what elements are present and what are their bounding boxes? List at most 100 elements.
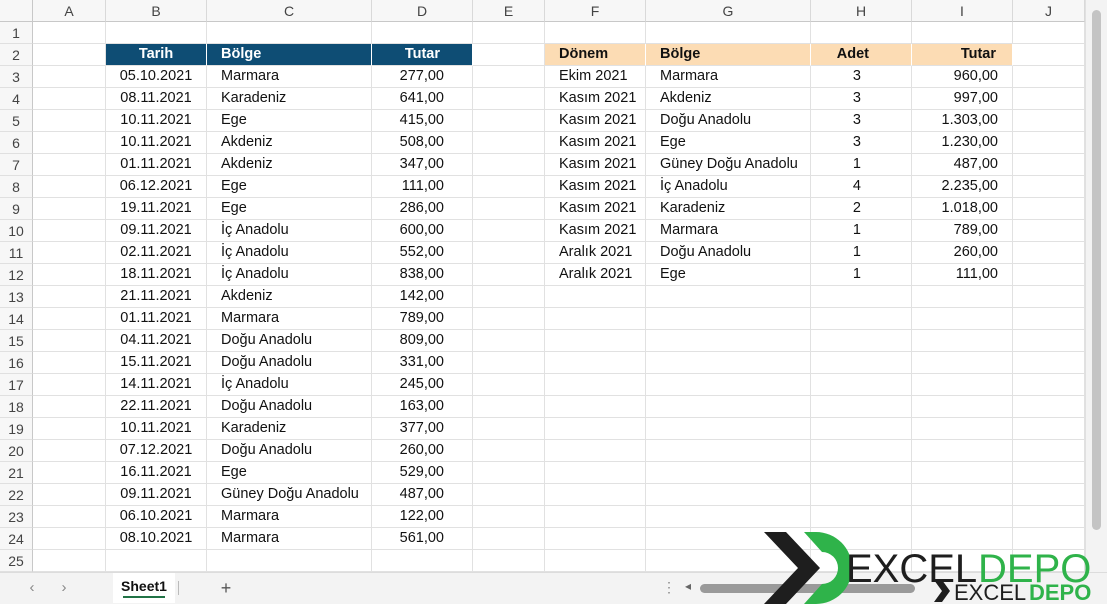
- grid-cell[interactable]: [811, 22, 912, 44]
- table2-cell[interactable]: Ekim 2021: [545, 66, 646, 88]
- column-header-d[interactable]: D: [372, 0, 473, 22]
- grid-cell[interactable]: [646, 22, 811, 44]
- grid-cell[interactable]: [372, 22, 473, 44]
- table1-header-2[interactable]: Tutar: [372, 44, 473, 66]
- table1-cell[interactable]: 286,00: [372, 198, 473, 220]
- table2-cell[interactable]: 1.303,00: [912, 110, 1013, 132]
- table1-cell[interactable]: İç Anadolu: [207, 374, 372, 396]
- table2-cell[interactable]: 260,00: [912, 242, 1013, 264]
- grid-cell[interactable]: [473, 132, 545, 154]
- table2-cell[interactable]: Kasım 2021: [545, 198, 646, 220]
- table1-cell[interactable]: 277,00: [372, 66, 473, 88]
- table1-cell[interactable]: İç Anadolu: [207, 220, 372, 242]
- grid-cell[interactable]: [646, 330, 811, 352]
- grid-cell[interactable]: [1013, 198, 1085, 220]
- grid-cell[interactable]: [811, 352, 912, 374]
- grid-cell[interactable]: [473, 374, 545, 396]
- grid-cell[interactable]: [33, 396, 106, 418]
- table2-cell[interactable]: Ege: [646, 132, 811, 154]
- grid-cell[interactable]: [646, 286, 811, 308]
- table2-header-0[interactable]: Dönem: [545, 44, 646, 66]
- grid-cell[interactable]: [545, 352, 646, 374]
- grid-cell[interactable]: [33, 506, 106, 528]
- grid-cell[interactable]: [646, 462, 811, 484]
- table1-cell[interactable]: 838,00: [372, 264, 473, 286]
- grid-cell[interactable]: [473, 352, 545, 374]
- table2-cell[interactable]: Karadeniz: [646, 198, 811, 220]
- grid-cell[interactable]: [545, 418, 646, 440]
- table1-cell[interactable]: 15.11.2021: [106, 352, 207, 374]
- next-sheet-button[interactable]: ›: [55, 579, 73, 597]
- row-header-3[interactable]: 3: [0, 66, 33, 88]
- grid-cell[interactable]: [545, 440, 646, 462]
- row-header-13[interactable]: 13: [0, 286, 33, 308]
- row-header-12[interactable]: 12: [0, 264, 33, 286]
- vertical-scroll-thumb[interactable]: [1092, 10, 1101, 530]
- table2-cell[interactable]: 3: [811, 66, 912, 88]
- column-header-g[interactable]: G: [646, 0, 811, 22]
- table1-cell[interactable]: İç Anadolu: [207, 264, 372, 286]
- grid-cell[interactable]: [473, 22, 545, 44]
- grid-cell[interactable]: [545, 484, 646, 506]
- table1-cell[interactable]: Marmara: [207, 528, 372, 550]
- row-header-17[interactable]: 17: [0, 374, 33, 396]
- grid-cell[interactable]: [545, 506, 646, 528]
- grid-cell[interactable]: [33, 154, 106, 176]
- table1-cell[interactable]: 508,00: [372, 132, 473, 154]
- grid-cell[interactable]: [473, 242, 545, 264]
- grid-cell[interactable]: [33, 550, 106, 572]
- grid-cell[interactable]: [545, 374, 646, 396]
- grid-cell[interactable]: [33, 528, 106, 550]
- grid-cell[interactable]: [33, 440, 106, 462]
- table2-cell[interactable]: Marmara: [646, 220, 811, 242]
- grid-cell[interactable]: [545, 550, 646, 572]
- table1-cell[interactable]: 01.11.2021: [106, 308, 207, 330]
- table1-cell[interactable]: 10.11.2021: [106, 110, 207, 132]
- grid-cell[interactable]: [1013, 220, 1085, 242]
- table2-cell[interactable]: 2: [811, 198, 912, 220]
- table1-cell[interactable]: 163,00: [372, 396, 473, 418]
- table2-cell[interactable]: 2.235,00: [912, 176, 1013, 198]
- grid-cell[interactable]: [1013, 110, 1085, 132]
- grid-cell[interactable]: [473, 396, 545, 418]
- row-header-20[interactable]: 20: [0, 440, 33, 462]
- table1-cell[interactable]: 122,00: [372, 506, 473, 528]
- grid-cell[interactable]: [912, 484, 1013, 506]
- table2-cell[interactable]: 487,00: [912, 154, 1013, 176]
- grid-cell[interactable]: [545, 396, 646, 418]
- table1-cell[interactable]: 06.12.2021: [106, 176, 207, 198]
- row-header-21[interactable]: 21: [0, 462, 33, 484]
- table1-cell[interactable]: 21.11.2021: [106, 286, 207, 308]
- select-all-corner[interactable]: [0, 0, 33, 22]
- table2-cell[interactable]: 960,00: [912, 66, 1013, 88]
- grid-cell[interactable]: [1013, 264, 1085, 286]
- grid-cell[interactable]: [473, 528, 545, 550]
- row-header-22[interactable]: 22: [0, 484, 33, 506]
- grid-cell[interactable]: [33, 198, 106, 220]
- grid-cell[interactable]: [912, 374, 1013, 396]
- grid-cell[interactable]: [811, 330, 912, 352]
- grid-cell[interactable]: [33, 44, 106, 66]
- grid-cell[interactable]: [473, 154, 545, 176]
- grid-cell[interactable]: [1013, 154, 1085, 176]
- table1-cell[interactable]: 14.11.2021: [106, 374, 207, 396]
- grid-cell[interactable]: [912, 330, 1013, 352]
- table2-cell[interactable]: 789,00: [912, 220, 1013, 242]
- table1-cell[interactable]: 809,00: [372, 330, 473, 352]
- grid-cell[interactable]: [545, 308, 646, 330]
- table1-cell[interactable]: 08.10.2021: [106, 528, 207, 550]
- grid-cell[interactable]: [545, 22, 646, 44]
- table1-cell[interactable]: 789,00: [372, 308, 473, 330]
- table1-cell[interactable]: 415,00: [372, 110, 473, 132]
- table1-cell[interactable]: Karadeniz: [207, 88, 372, 110]
- table1-cell[interactable]: Akdeniz: [207, 154, 372, 176]
- grid-cell[interactable]: [473, 308, 545, 330]
- row-header-9[interactable]: 9: [0, 198, 33, 220]
- row-header-16[interactable]: 16: [0, 352, 33, 374]
- table2-cell[interactable]: Aralık 2021: [545, 264, 646, 286]
- grid-cell[interactable]: [1013, 396, 1085, 418]
- grid-cell[interactable]: [1013, 286, 1085, 308]
- table1-cell[interactable]: 561,00: [372, 528, 473, 550]
- column-header-i[interactable]: I: [912, 0, 1013, 22]
- grid-cell[interactable]: [473, 484, 545, 506]
